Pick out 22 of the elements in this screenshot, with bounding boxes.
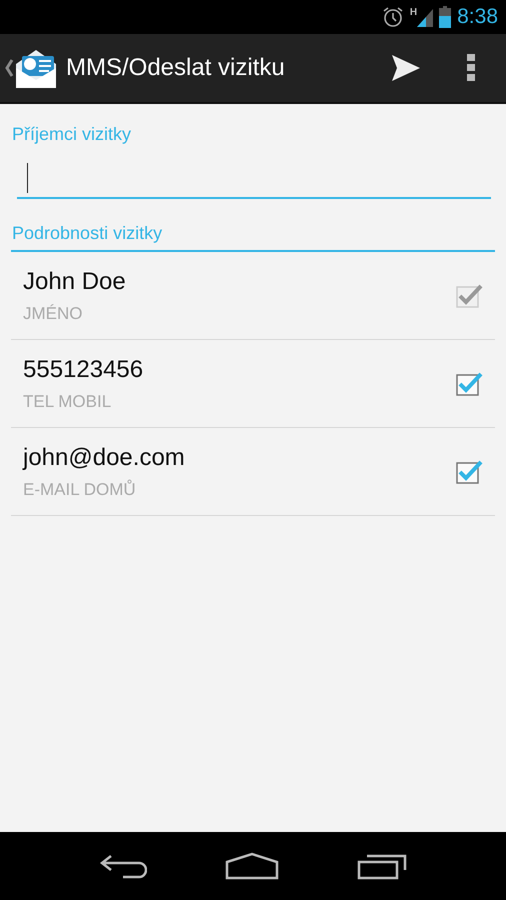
detail-type: JMÉNO [23,304,84,324]
detail-value: john@doe.com [23,444,186,472]
overflow-menu-icon[interactable] [466,53,476,83]
screen-title: MMS/Odeslat vizitku [66,54,286,82]
section-label: Příjemci vizitky [11,123,132,146]
clock-time: 8:38 [457,5,498,29]
detail-value: John Doe [23,268,127,296]
back-icon[interactable] [99,853,147,879]
back-caret-icon [4,58,14,78]
detail-type: E-MAIL DOMŮ [23,480,137,500]
section-header: Podrobnosti vizitky [11,199,495,252]
detail-value: 555123456 [23,356,144,384]
detail-type: TEL MOBIL [23,392,112,412]
recent-apps-icon[interactable] [357,852,407,880]
signal-icon [417,7,434,27]
checkbox[interactable] [455,458,483,484]
send-icon[interactable] [392,55,420,81]
network-type: H [410,7,418,18]
battery-icon [439,6,452,28]
home-icon[interactable] [225,852,279,880]
checkbox[interactable] [455,370,483,396]
alarm-icon [382,6,404,28]
